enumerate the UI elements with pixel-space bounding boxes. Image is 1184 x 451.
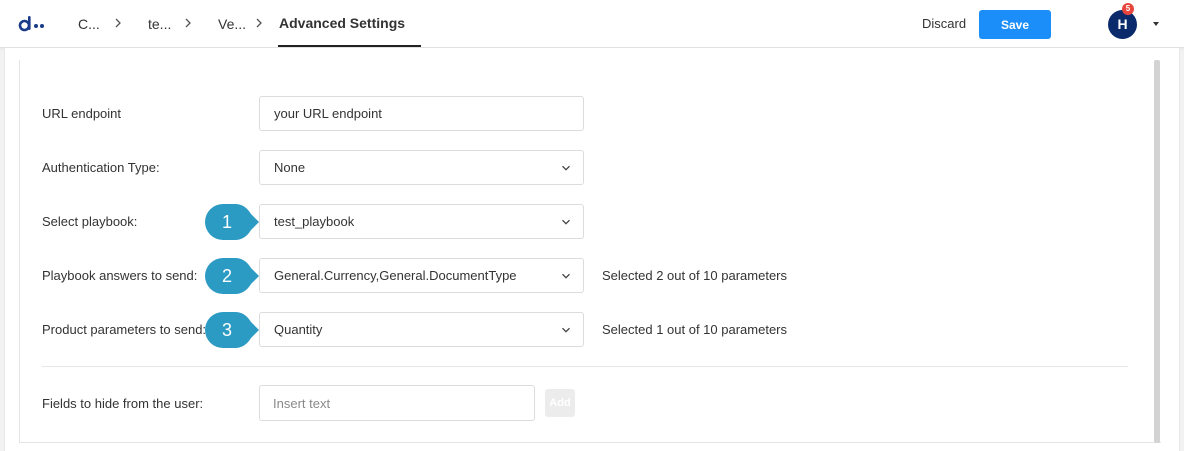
url-endpoint-field[interactable] bbox=[259, 96, 584, 131]
breadcrumb-item-1[interactable]: C... bbox=[78, 16, 100, 32]
playbook-answers-count: Selected 2 out of 10 parameters bbox=[602, 268, 788, 283]
auth-type-value: None bbox=[274, 160, 306, 175]
playbook-select[interactable]: test_playbook bbox=[259, 204, 584, 239]
brand-logo-icon[interactable] bbox=[18, 13, 48, 33]
breadcrumb-item-2[interactable]: te... bbox=[148, 16, 171, 32]
chevron-right-icon bbox=[185, 18, 191, 28]
callout-number: 3 bbox=[221, 320, 232, 340]
chevron-down-icon bbox=[562, 327, 570, 333]
playbook-answers-select[interactable]: General.Currency,General.DocumentType bbox=[259, 258, 584, 293]
discard-button[interactable]: Discard bbox=[922, 16, 966, 31]
save-button[interactable]: Save bbox=[979, 10, 1051, 39]
auth-type-label: Authentication Type: bbox=[42, 160, 160, 175]
callout-marker-3: 3 bbox=[205, 312, 259, 348]
product-params-select[interactable]: Quantity bbox=[259, 312, 584, 347]
callout-marker-2: 2 bbox=[205, 258, 259, 294]
chevron-down-icon bbox=[562, 219, 570, 225]
callout-number: 1 bbox=[221, 212, 232, 232]
avatar[interactable]: H bbox=[1108, 10, 1137, 39]
product-params-value: Quantity bbox=[274, 322, 323, 337]
add-button[interactable]: Add bbox=[545, 389, 575, 417]
tab-advanced-settings[interactable]: Advanced Settings bbox=[279, 15, 405, 31]
playbook-answers-value: General.Currency,General.DocumentType bbox=[274, 268, 517, 283]
vertical-scrollbar[interactable] bbox=[1154, 60, 1160, 443]
callout-number: 2 bbox=[221, 266, 232, 286]
auth-type-select[interactable]: None bbox=[259, 150, 584, 185]
playbook-label: Select playbook: bbox=[42, 214, 138, 229]
product-params-count: Selected 1 out of 10 parameters bbox=[602, 322, 788, 337]
hide-fields-input[interactable] bbox=[273, 386, 521, 420]
product-params-label: Product parameters to send: bbox=[42, 322, 207, 337]
hide-fields-label: Fields to hide from the user: bbox=[42, 396, 204, 411]
chevron-down-icon bbox=[562, 273, 570, 279]
playbook-answers-label: Playbook answers to send: bbox=[42, 268, 198, 283]
chevron-right-icon bbox=[256, 18, 262, 28]
chevron-down-icon bbox=[562, 165, 570, 171]
active-tab-indicator bbox=[278, 45, 421, 47]
playbook-value: test_playbook bbox=[274, 214, 355, 229]
url-endpoint-label: URL endpoint bbox=[42, 106, 122, 121]
settings-panel bbox=[19, 60, 1161, 443]
callout-marker-1: 1 bbox=[205, 204, 259, 240]
breadcrumb-item-3[interactable]: Ve... bbox=[218, 16, 246, 32]
user-menu-caret-icon[interactable] bbox=[1153, 22, 1159, 26]
hide-fields-input-wrapper[interactable] bbox=[259, 385, 535, 421]
section-divider bbox=[42, 366, 1128, 367]
chevron-right-icon bbox=[115, 18, 121, 28]
url-endpoint-input[interactable] bbox=[274, 106, 569, 121]
notification-badge: 5 bbox=[1122, 3, 1134, 15]
top-bar: C... te... Ve... Advanced Settings Disca… bbox=[0, 0, 1184, 48]
